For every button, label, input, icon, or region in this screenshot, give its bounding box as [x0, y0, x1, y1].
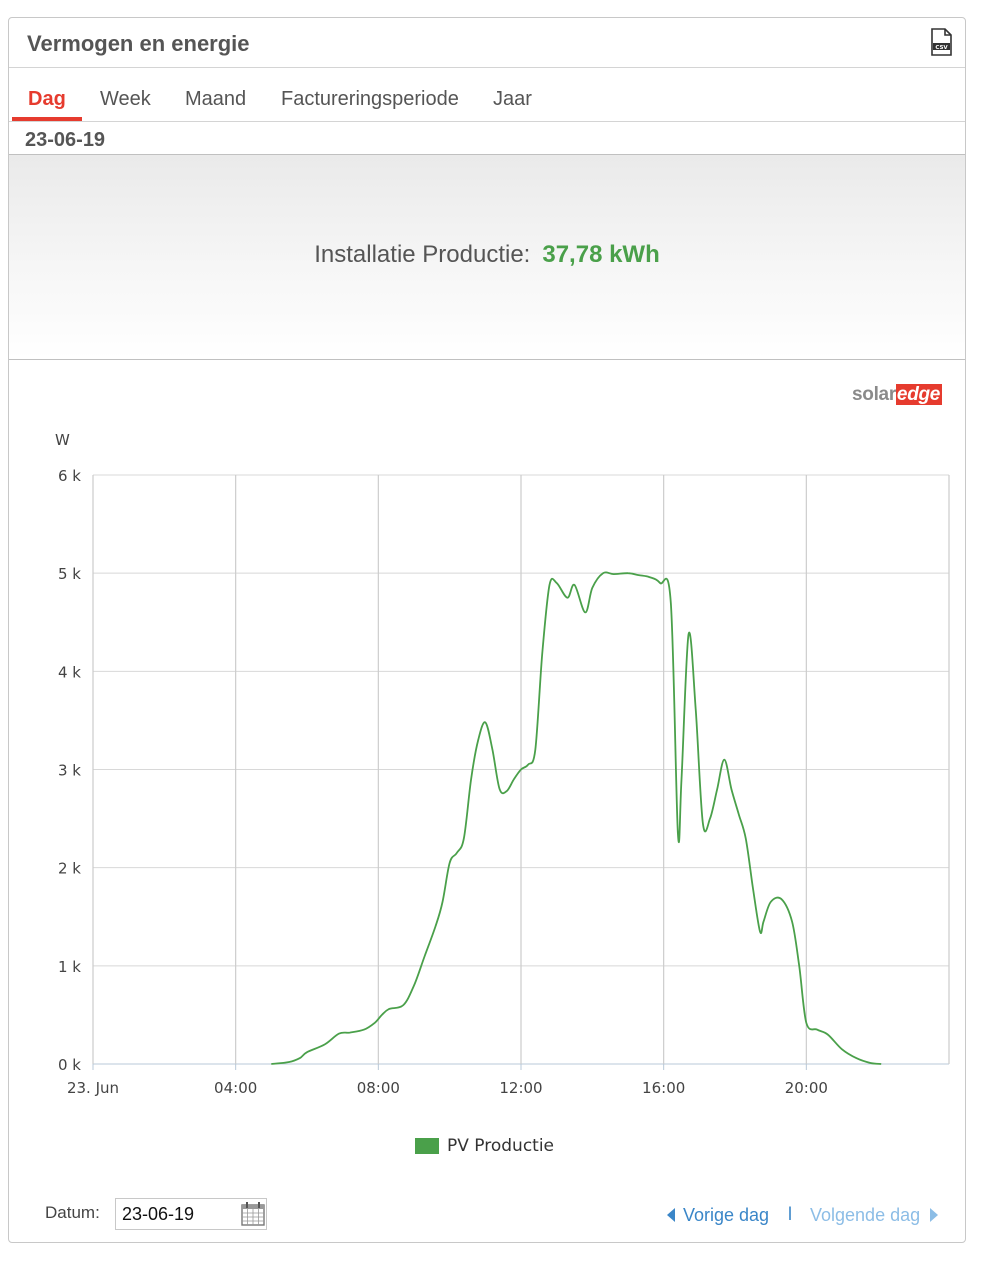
datum-label: Datum:	[45, 1203, 100, 1222]
x-tick-label: 12:00	[499, 1079, 542, 1097]
chevron-right-icon	[930, 1208, 939, 1222]
y-tick-label: 3 k	[58, 762, 81, 780]
next-day-link[interactable]: Volgende dag	[810, 1205, 939, 1226]
next-day-label: Volgende dag	[810, 1205, 921, 1225]
power-energy-panel: Vermogen en energie CSV Dag Week Maand F…	[8, 17, 966, 1243]
y-tick-label: 2 k	[58, 860, 81, 878]
power-chart: W 0 k 1 k 2 k 3 k 4 k 5 k 6 k 23. Jun 04:00 08:00 1…	[55, 431, 950, 1097]
x-tick-label: 23. Jun	[67, 1079, 119, 1097]
x-tick-label: 08:00	[357, 1079, 400, 1097]
legend-label: PV Productie	[447, 1136, 555, 1156]
x-tick-label: 04:00	[214, 1079, 257, 1097]
y-axis-label: W	[55, 431, 70, 449]
y-tick-label: 4 k	[58, 663, 81, 681]
y-tick-label: 0 k	[58, 1056, 81, 1074]
legend-swatch	[415, 1138, 439, 1154]
y-tick-label: 1 k	[58, 958, 81, 976]
previous-day-link[interactable]: Vorige dag	[667, 1205, 769, 1226]
y-tick-label: 5 k	[58, 565, 81, 583]
x-tick-label: 20:00	[785, 1079, 828, 1097]
previous-day-label: Vorige dag	[683, 1205, 770, 1225]
calendar-icon[interactable]	[240, 1201, 266, 1227]
chevron-left-icon	[667, 1208, 675, 1222]
y-tick-label: 6 k	[58, 467, 81, 485]
x-tick-label: 16:00	[642, 1079, 685, 1097]
series-line-pv-productie	[271, 571, 882, 1065]
nav-separator: l	[788, 1204, 792, 1224]
